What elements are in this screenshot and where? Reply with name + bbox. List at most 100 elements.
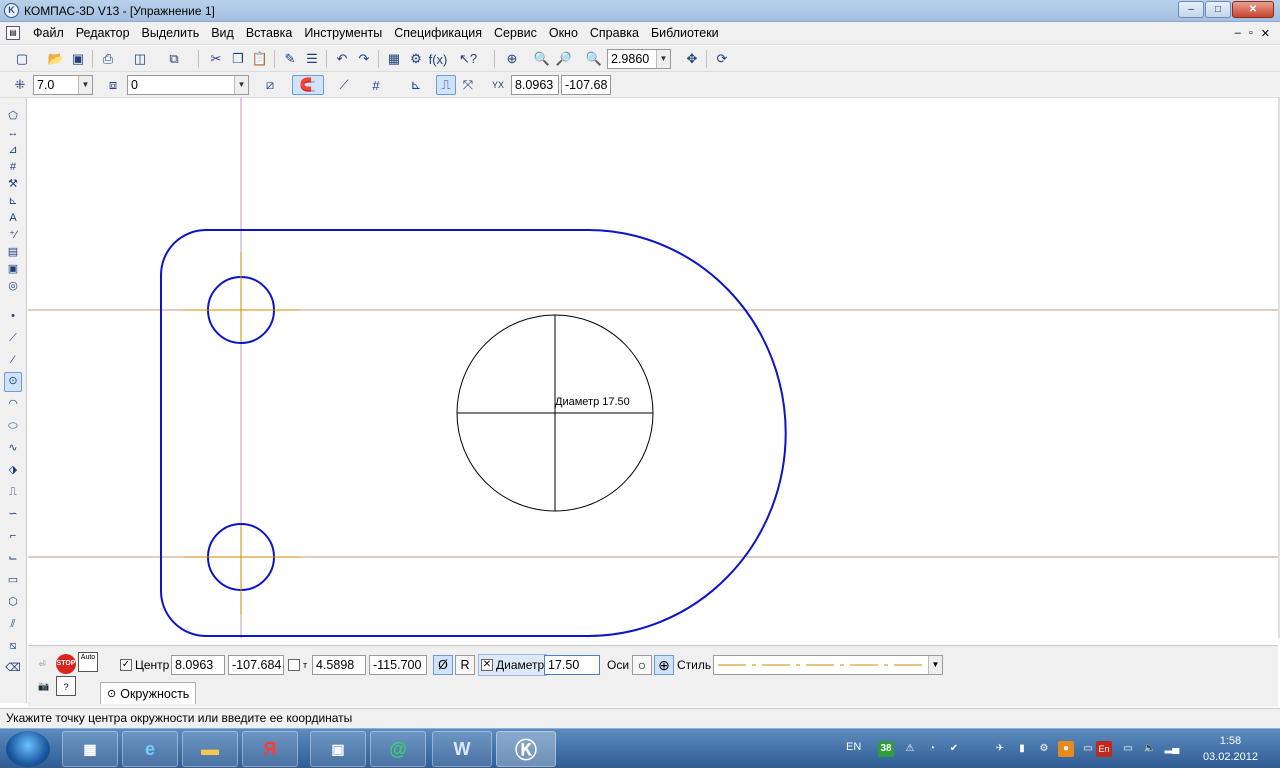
monitor-icon[interactable]: ▭ bbox=[1120, 741, 1136, 757]
ortho-icon[interactable]: ⟋ bbox=[334, 75, 354, 95]
snap-magnet-icon[interactable]: 🧲 bbox=[292, 75, 324, 95]
editing-icon[interactable]: # bbox=[4, 159, 22, 175]
line-style-combo[interactable]: ▼ bbox=[713, 655, 943, 675]
calculator-icon[interactable]: ▦ bbox=[62, 731, 118, 767]
diameter-input[interactable]: 17.50 bbox=[544, 655, 600, 675]
browser-tray-icon[interactable]: ● bbox=[1058, 741, 1074, 757]
step-cursor-icon[interactable]: ⁜ bbox=[10, 75, 30, 95]
chevron-down-icon[interactable]: ▼ bbox=[234, 76, 248, 94]
copy-icon[interactable]: ❐ bbox=[228, 49, 248, 69]
pan-icon[interactable]: ✥ bbox=[682, 49, 702, 69]
auxiliary-line-icon[interactable]: ⟋ bbox=[4, 330, 22, 346]
cursor-step-combo[interactable]: 7.0 ▼ bbox=[33, 75, 93, 95]
punto-switcher-icon[interactable]: En bbox=[1096, 741, 1112, 757]
equidistant-icon[interactable]: ⫽ bbox=[4, 616, 22, 632]
zoom-scale-icon[interactable]: 🔍 bbox=[584, 49, 604, 69]
undo-icon[interactable]: ↶ bbox=[332, 49, 352, 69]
variables-icon[interactable]: ⚙ bbox=[406, 49, 426, 69]
redo-icon[interactable]: ↷ bbox=[354, 49, 374, 69]
measure-icon[interactable]: ⊾ bbox=[4, 193, 22, 209]
with-axes-button[interactable]: ⊕ bbox=[654, 655, 674, 675]
settings-icon[interactable]: ⚙ bbox=[1036, 741, 1052, 757]
contour-icon[interactable]: ⧅ bbox=[4, 638, 22, 654]
document-menu-icon[interactable]: ▤ bbox=[6, 26, 20, 40]
parameterization-icon[interactable]: ⧄ bbox=[260, 75, 280, 95]
chevron-down-icon[interactable]: ▼ bbox=[656, 50, 670, 68]
orthogonal-mode-icon[interactable]: ⎍ bbox=[436, 75, 456, 95]
network-warning-icon[interactable]: ⚠ bbox=[902, 741, 918, 757]
layer-combo[interactable]: 0 ▼ bbox=[127, 75, 249, 95]
menu-service[interactable]: Сервис bbox=[488, 26, 543, 40]
doc-close-button[interactable]: ✕ bbox=[1261, 27, 1270, 40]
word-icon[interactable]: W bbox=[432, 731, 492, 767]
local-cs-icon[interactable]: ⊾ bbox=[406, 75, 426, 95]
kompas-app-icon[interactable]: K bbox=[4, 3, 19, 18]
security-icon[interactable]: ✔ bbox=[946, 741, 962, 757]
reports-icon[interactable]: ▣ bbox=[4, 261, 22, 277]
menu-file[interactable]: Файл bbox=[27, 26, 70, 40]
device-icon[interactable]: ▮ bbox=[1014, 741, 1030, 757]
open-icon[interactable]: 📂 bbox=[46, 49, 66, 69]
badge-counter-icon[interactable]: 38 bbox=[878, 741, 894, 757]
explorer-folder-icon[interactable]: ▬ bbox=[182, 731, 238, 767]
doc-minimize-button[interactable]: – bbox=[1235, 27, 1241, 40]
help-icon[interactable]: ? bbox=[56, 676, 76, 696]
video-icon[interactable]: ▣ bbox=[310, 731, 366, 767]
camera-icon[interactable]: 📷 bbox=[34, 676, 54, 696]
stop-command-button[interactable]: STOP bbox=[56, 654, 76, 674]
center-x-input[interactable]: 8.0963 bbox=[171, 655, 225, 675]
zoom-window-icon[interactable]: 🔎 bbox=[554, 49, 574, 69]
polygon-icon[interactable]: ⬡ bbox=[4, 594, 22, 610]
tab-circle[interactable]: ⊙ Окружность bbox=[100, 682, 197, 704]
bezier-icon[interactable]: ∽ bbox=[4, 506, 22, 522]
center-checkbox[interactable]: ✓ bbox=[120, 659, 132, 671]
kompas-icon[interactable]: Ⓚ bbox=[496, 731, 556, 767]
associative-views-icon[interactable]: ⁺⁄ bbox=[4, 227, 22, 243]
point-icon[interactable]: • bbox=[4, 308, 22, 324]
chevron-down-icon[interactable]: ▼ bbox=[78, 76, 92, 94]
dimensions-icon[interactable]: ↔ bbox=[4, 125, 22, 141]
chamfer-icon[interactable]: ⌙ bbox=[4, 550, 22, 566]
language-indicator[interactable]: EN bbox=[846, 741, 861, 753]
start-button[interactable] bbox=[6, 731, 50, 767]
menu-specification[interactable]: Спецификация bbox=[388, 26, 488, 40]
rectangle-icon[interactable]: ▭ bbox=[4, 572, 22, 588]
manager-icon[interactable]: ⧉ bbox=[164, 49, 184, 69]
arc-icon[interactable]: ◠ bbox=[4, 396, 22, 412]
polyline-icon[interactable]: ⎍ bbox=[4, 484, 22, 500]
menu-editor[interactable]: Редактор bbox=[70, 26, 136, 40]
select-icon[interactable]: A bbox=[4, 210, 22, 226]
fillet-icon[interactable]: ⌐ bbox=[4, 528, 22, 544]
zoom-combo[interactable]: 2.9860 ▼ bbox=[607, 49, 671, 69]
spec-panel-icon[interactable]: ▤ bbox=[4, 244, 22, 260]
diameter-mode-button[interactable]: Ø bbox=[433, 655, 453, 675]
zoom-all-icon[interactable]: ⊕ bbox=[502, 49, 522, 69]
volume-icon[interactable]: 🔈 bbox=[1142, 741, 1158, 757]
new-document-icon[interactable]: ▢ bbox=[12, 49, 32, 69]
geometry-icon[interactable]: ⬠ bbox=[4, 108, 22, 124]
print-icon[interactable]: ⎙ bbox=[98, 49, 118, 69]
properties-icon[interactable]: ✎ bbox=[280, 49, 300, 69]
fx-icon[interactable]: f(x) bbox=[428, 49, 448, 69]
menu-libraries[interactable]: Библиотеки bbox=[645, 26, 725, 40]
auto-create-button[interactable]: Auto bbox=[78, 652, 98, 672]
ellipse-icon[interactable]: ⬭ bbox=[4, 418, 22, 434]
zoom-in-icon[interactable]: 🔍 bbox=[532, 49, 552, 69]
menu-select[interactable]: Выделить bbox=[136, 26, 206, 40]
cursor-x-field[interactable]: 8.0963 bbox=[511, 75, 559, 95]
close-button[interactable]: ✕ bbox=[1232, 1, 1274, 18]
eraser-icon[interactable]: ⌫ bbox=[4, 660, 22, 676]
qip-icon[interactable]: ◔ bbox=[924, 741, 940, 757]
menu-insert[interactable]: Вставка bbox=[240, 26, 298, 40]
drawing-canvas[interactable]: Диаметр 17.50 bbox=[28, 98, 1278, 638]
pin-icon[interactable]: ✈ bbox=[992, 741, 1008, 757]
cut-icon[interactable]: ✂ bbox=[206, 49, 226, 69]
hatch-icon[interactable]: ⬗ bbox=[4, 462, 22, 478]
clock[interactable]: 1:58 03.02.2012 bbox=[1203, 733, 1258, 765]
snaps-icon[interactable]: ⤧ bbox=[458, 75, 478, 95]
diameter-checkbox[interactable]: ✕ bbox=[481, 659, 493, 671]
chevron-down-icon[interactable]: ▼ bbox=[928, 656, 942, 674]
continuous-input-icon[interactable]: ∿ bbox=[4, 440, 22, 456]
menu-tools[interactable]: Инструменты bbox=[298, 26, 388, 40]
internet-explorer-icon[interactable]: e bbox=[122, 731, 178, 767]
